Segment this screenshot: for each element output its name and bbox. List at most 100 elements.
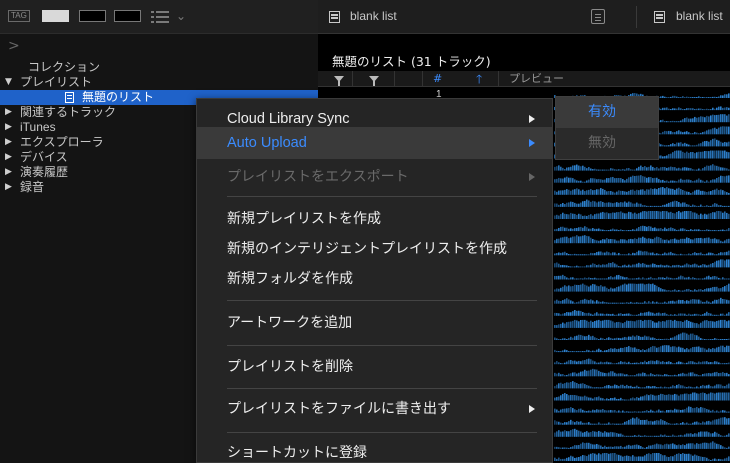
waveform-bar [722,176,724,183]
column-number[interactable]: # [433,71,442,87]
expand-triangle-icon[interactable]: ▼ [5,75,12,90]
waveform-bar [712,96,714,98]
expand-triangle-icon[interactable]: ▶ [5,180,12,195]
waveform-bar [606,230,608,232]
waveform-bar [604,278,606,280]
waveform-bar [670,251,672,256]
sort-arrow-icon[interactable]: 🡑 [476,71,482,87]
submenu-enable[interactable]: 有効 [556,97,658,128]
waveform-bar [690,145,692,147]
tag-button[interactable]: TAG [8,10,30,22]
waveform-bar [646,349,648,353]
waveform-bar [672,201,674,207]
waveform-bar [606,410,608,413]
waveform-bar [686,131,688,135]
waveform-bar [610,239,612,244]
waveform-bar [656,435,658,437]
waveform-bar [704,97,706,98]
waveform-bar [726,372,728,377]
waveform-bar [710,421,712,425]
waveform-bar [696,238,698,244]
filter-icon[interactable] [334,76,344,86]
tree-item-playlists[interactable]: ▼ プレイリスト [0,75,318,90]
waveform-bar [644,205,646,207]
waveform-bar [690,152,692,159]
waveform-bar [650,373,652,377]
waveform-bar [664,156,666,159]
column-preview[interactable]: プレビュー [509,71,564,87]
waveform-bar [668,361,670,365]
waveform-bar [720,205,722,207]
menu-new-folder[interactable]: 新規フォルダを作成 [197,261,552,297]
chevron-down-icon[interactable]: ⌄ [176,8,186,24]
menu-register-shortcut[interactable]: ショートカットに登録 [197,435,552,463]
waveform-bar [682,409,684,413]
waveform-bar [672,456,674,461]
waveform-bar [682,362,684,365]
waveform-bar [644,166,646,171]
waveform-bar [650,177,652,183]
waveform-bar [722,229,724,232]
waveform-bar [554,362,556,365]
waveform-bar [634,398,636,401]
tag-swatch-3[interactable] [114,10,141,22]
waveform-bar [692,361,694,365]
waveform-bar [644,251,646,256]
tab-menu-icon[interactable] [591,9,605,24]
waveform-bar [592,215,594,219]
waveform-bar [584,384,586,389]
waveform-bar [574,310,576,316]
expand-triangle-icon[interactable]: ▶ [5,165,12,180]
waveform-bar [606,251,608,256]
waveform-bar [586,215,588,219]
waveform-bar [706,431,708,437]
filter-icon[interactable] [369,76,379,86]
waveform-bar [610,320,612,328]
waveform-bar [590,189,592,195]
expand-triangle-icon[interactable]: ▶ [5,120,12,135]
waveform-bar [564,408,566,413]
list-view-icon[interactable] [151,8,173,24]
menu-add-artwork[interactable]: アートワークを追加 [197,305,552,341]
waveform-bar [554,253,556,256]
waveform-bar [562,264,564,268]
tab-blank-list[interactable]: blank list [350,9,397,23]
waveform-bar [686,300,688,304]
expand-triangle-icon[interactable]: ▶ [5,105,12,120]
waveform-bar [690,278,692,280]
waveform-bar [672,346,674,353]
menu-label: 新規フォルダを作成 [227,271,353,287]
waveform-bar [616,411,618,413]
waveform-bar [612,371,614,377]
waveform-bar [624,374,626,377]
waveform-bar [654,188,656,195]
waveform-bar [612,398,614,401]
waveform-bar [568,382,570,389]
submenu-disable[interactable]: 無効 [556,128,658,159]
waveform-bar [688,288,690,292]
tab-blank-list-2[interactable]: blank list [676,9,723,23]
waveform-bar [700,116,702,123]
menu-write-playlist-to-file[interactable]: プレイリストをファイルに書き出す [197,391,552,427]
waveform-bar [680,333,682,340]
expand-triangle-icon[interactable]: ▶ [5,150,12,165]
menu-delete-playlist[interactable]: プレイリストを削除 [197,349,552,385]
expand-triangle-icon[interactable]: ▶ [5,135,12,150]
tag-swatch-2[interactable] [79,10,106,22]
waveform-bar [724,447,726,449]
menu-export-playlist[interactable]: プレイリストをエクスポート [197,159,552,195]
waveform-bar [612,385,614,389]
menu-auto-upload[interactable]: Auto Upload [197,127,552,159]
waveform-bar [620,455,622,461]
tag-swatch-1[interactable] [42,10,69,22]
tree-item-collection[interactable]: コレクション [0,60,318,75]
waveform-bar [638,418,640,425]
waveform-bar [648,311,650,316]
waveform-bar [690,433,692,437]
waveform-bar [724,286,726,292]
waveform-bar [666,456,668,461]
waveform-bar [696,374,698,377]
waveform-bar [586,422,588,425]
collapse-arrow-icon[interactable]: > [8,38,20,54]
waveform-bar [582,283,584,292]
